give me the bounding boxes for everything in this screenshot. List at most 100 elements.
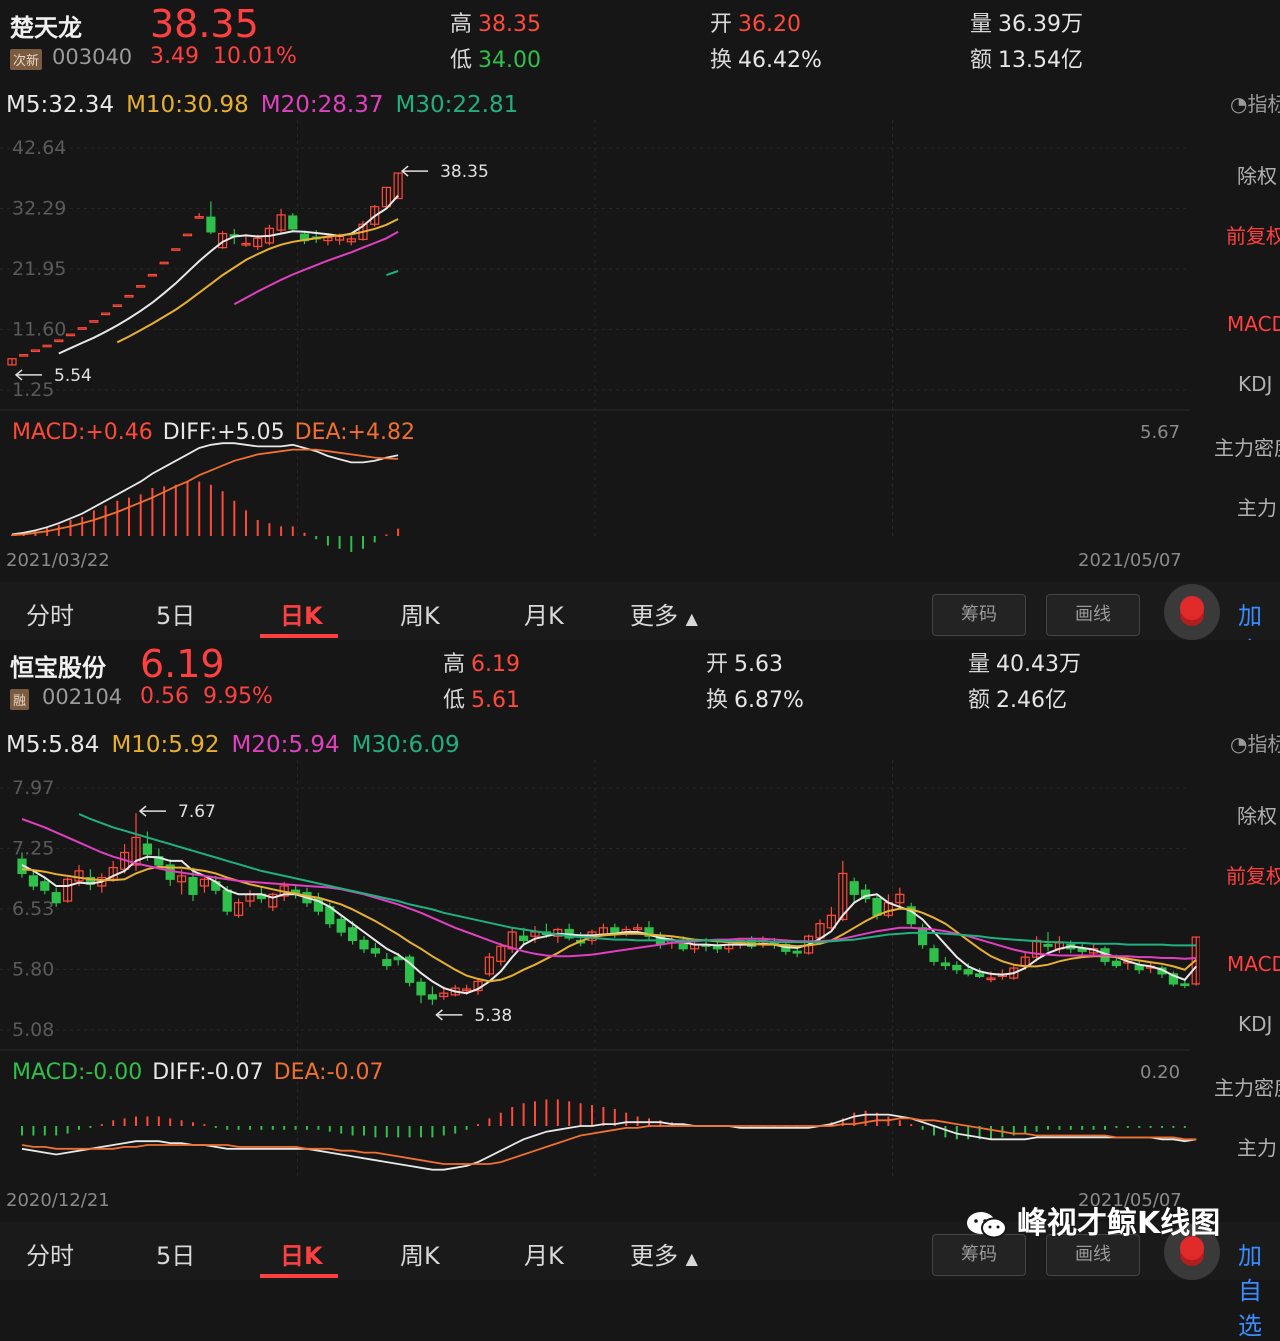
- caret-up-icon: ▲: [685, 1249, 698, 1268]
- macd-scale-label: 0.20: [1140, 1062, 1181, 1083]
- candle-up: [89, 320, 99, 323]
- candle-down: [952, 964, 962, 971]
- candle-down: [222, 889, 232, 912]
- wechat-watermark: 峰视才鲸K线图: [965, 1198, 1220, 1242]
- dea-value: DEA:+4.82: [294, 420, 415, 445]
- ma-line-m5: [58, 194, 399, 355]
- candle-down: [40, 881, 50, 891]
- candle-down: [370, 948, 380, 954]
- side-item-macd[interactable]: MACD: [1227, 312, 1280, 336]
- macd-legend: MACD:+0.46 DIFF:+5.05 DEA:+4.82: [12, 420, 425, 445]
- candle-down: [416, 981, 426, 996]
- y-tick-label: 7.25: [12, 838, 54, 860]
- side-item-exright[interactable]: 除权: [1237, 800, 1277, 829]
- tab-intraday[interactable]: 分时: [26, 1236, 74, 1271]
- candle-up: [136, 285, 146, 288]
- y-tick-label: 5.80: [12, 959, 54, 981]
- side-menu: ◔指标 除权 前复权 MACD KDJ 主力密度 主力: [1200, 728, 1280, 1168]
- side-item-macd[interactable]: MACD: [1227, 952, 1280, 976]
- candle-down: [518, 935, 529, 942]
- y-tick-label: 7.97: [12, 777, 54, 799]
- dea-line: [21, 1117, 1197, 1165]
- side-item-forward-adjust[interactable]: 前复权: [1226, 860, 1280, 889]
- ma30-label: M30:6.09: [351, 732, 460, 758]
- ma-line-m5: [21, 855, 1197, 995]
- add-watchlist-button[interactable]: 加自选: [1238, 1236, 1280, 1341]
- chart-grid: [0, 760, 1190, 1180]
- stock-panel-top: 楚天龙 38.35 次新 003040 3.49 10.01% 高 38.35 低…: [0, 0, 1280, 700]
- side-item-main-density[interactable]: 主力密度: [1214, 1072, 1280, 1101]
- indicator-button[interactable]: ◔指标: [1230, 88, 1280, 117]
- active-tab-indicator: [260, 1274, 338, 1278]
- start-date: 2021/03/22: [6, 550, 110, 571]
- tab-more[interactable]: 更多 ▲: [630, 1236, 698, 1271]
- end-date: 2021/05/07: [1078, 550, 1182, 571]
- high-mark-label: 7.67: [178, 802, 216, 822]
- candle-up: [65, 333, 76, 337]
- tab-monthly-k[interactable]: 月K: [524, 596, 564, 631]
- candle-down: [1134, 964, 1144, 971]
- y-tick-label: 6.53: [12, 898, 54, 920]
- ma-line-m10: [21, 865, 1197, 983]
- side-item-exright[interactable]: 除权: [1237, 160, 1277, 189]
- red-envelope-icon[interactable]: [1164, 584, 1220, 640]
- dea-value: DEA:-0.07: [273, 1060, 384, 1085]
- y-tick-label: 32.29: [12, 198, 66, 220]
- draw-line-button[interactable]: 画线: [1046, 594, 1140, 636]
- candle-up: [30, 349, 40, 353]
- side-item-kdj[interactable]: KDJ: [1238, 372, 1272, 396]
- tab-daily-k[interactable]: 日K: [280, 1236, 323, 1271]
- period-tabbar: 分时 5日 日K 周K 月K 更多 ▲ 筹码 画线 加自选: [0, 582, 1280, 700]
- macd-legend: MACD:-0.00 DIFF:-0.07 DEA:-0.07: [12, 1060, 394, 1085]
- active-tab-indicator: [260, 634, 338, 638]
- side-item-main-force[interactable]: 主力: [1237, 492, 1277, 521]
- side-item-main-density[interactable]: 主力密度: [1214, 432, 1280, 461]
- low-mark-label: 5.38: [474, 1006, 512, 1026]
- candle-up: [182, 233, 193, 237]
- tab-more[interactable]: 更多 ▲: [630, 596, 698, 631]
- tab-daily-k[interactable]: 日K: [280, 596, 323, 631]
- candle-down: [336, 918, 346, 933]
- chart-grid: [0, 120, 1190, 540]
- candle-down: [142, 843, 152, 855]
- candle-down: [712, 945, 723, 950]
- indicator-label: 指标: [1247, 92, 1280, 116]
- side-item-forward-adjust[interactable]: 前复权: [1226, 220, 1280, 249]
- candle-up: [100, 312, 111, 316]
- macd-value: MACD:-0.00: [12, 1060, 143, 1085]
- tab-weekly-k[interactable]: 周K: [400, 596, 440, 631]
- stock-panel-bottom: 恒宝股份 6.19 融 002104 0.56 9.95% 高 6.19 低 5.6…: [0, 640, 1280, 1340]
- candle-down: [188, 876, 198, 895]
- candle-down: [963, 969, 973, 975]
- low-mark-label: 5.54: [54, 366, 92, 386]
- indicator-button[interactable]: ◔指标: [1230, 728, 1280, 757]
- tab-weekly-k[interactable]: 周K: [400, 1236, 440, 1271]
- ma-legend: M5:32.34 M10:30.98 M20:28.37 M30:22.81: [6, 92, 530, 118]
- gauge-icon: ◔: [1230, 92, 1248, 116]
- ma10-label: M10:5.92: [111, 732, 220, 758]
- tab-monthly-k[interactable]: 月K: [524, 1236, 564, 1271]
- candle-down: [206, 216, 216, 233]
- indicator-label: 指标: [1247, 732, 1280, 756]
- ma-line-m20: [21, 818, 1197, 960]
- side-item-main-force[interactable]: 主力: [1237, 1132, 1277, 1161]
- chips-button[interactable]: 筹码: [932, 594, 1026, 636]
- side-item-kdj[interactable]: KDJ: [1238, 1012, 1272, 1036]
- macd-scale-label: 5.67: [1140, 422, 1181, 443]
- watermark-text: 峰视才鲸K线图: [1017, 1206, 1221, 1241]
- tab-intraday[interactable]: 分时: [26, 596, 74, 631]
- candle-down: [917, 927, 928, 946]
- ma20-label: M20:5.94: [231, 732, 340, 758]
- candle-down: [940, 962, 951, 967]
- ma-legend: M5:5.84 M10:5.92 M20:5.94 M30:6.09: [6, 732, 472, 758]
- y-tick-label: 5.08: [12, 1019, 54, 1041]
- high-mark-label: 38.35: [440, 162, 489, 182]
- tab-more-label: 更多: [630, 1242, 678, 1270]
- candle-up: [42, 344, 52, 348]
- candle-up: [159, 261, 169, 265]
- side-menu: ◔指标 除权 前复权 MACD KDJ 主力密度 主力: [1200, 88, 1280, 528]
- tab-5day[interactable]: 5日: [156, 596, 195, 631]
- ma5-label: M5:32.34: [6, 92, 115, 118]
- start-date: 2020/12/21: [6, 1190, 110, 1211]
- tab-5day[interactable]: 5日: [156, 1236, 195, 1271]
